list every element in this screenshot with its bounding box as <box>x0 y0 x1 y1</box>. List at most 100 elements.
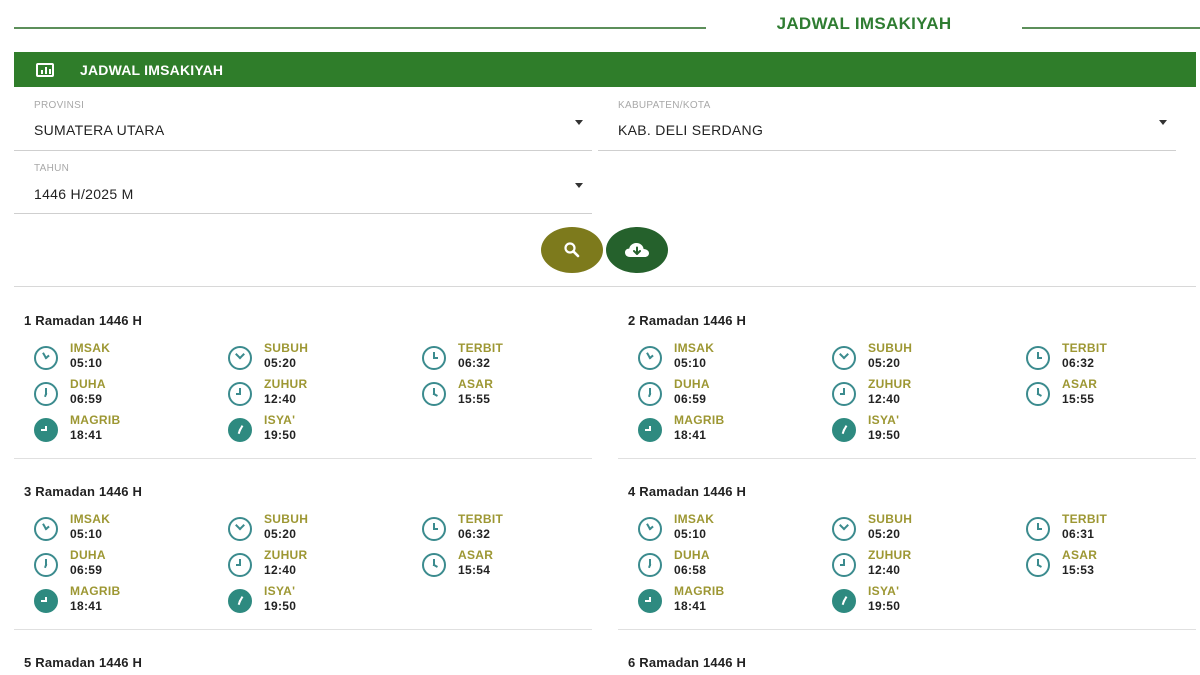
prayer-name: ISYA' <box>264 413 296 427</box>
clock-icon <box>1026 553 1050 577</box>
prayer-name: ASAR <box>1062 548 1098 562</box>
clock-icon <box>832 553 856 577</box>
day-title: 4 Ramadan 1446 H <box>628 484 747 499</box>
prayer-name: ZUHUR <box>264 548 308 562</box>
clock-icon <box>228 382 252 406</box>
clock-icon <box>638 382 662 406</box>
clock-icon <box>34 589 58 613</box>
tahun-value: 1446 H/2025 M <box>34 186 134 202</box>
prayer-name: ASAR <box>1062 377 1098 391</box>
prayer-name: DUHA <box>674 548 710 562</box>
prayer-time-item: ZUHUR 12:40 <box>832 548 1012 580</box>
prayer-name: MAGRIB <box>70 584 121 598</box>
prayer-name: SUBUH <box>868 341 913 355</box>
prayer-name: TERBIT <box>1062 512 1108 526</box>
prayer-time: 15:53 <box>1062 563 1095 577</box>
clock-icon <box>34 517 58 541</box>
prayer-time: 05:10 <box>70 527 103 541</box>
prayer-name: ZUHUR <box>868 548 912 562</box>
clock-icon <box>1026 517 1050 541</box>
prayer-time: 18:41 <box>674 599 707 613</box>
prayer-time: 19:50 <box>868 428 901 442</box>
download-button[interactable] <box>606 227 668 273</box>
prayer-time-item: DUHA 06:59 <box>34 548 214 580</box>
prayer-time: 05:20 <box>264 356 297 370</box>
day-title: 6 Ramadan 1446 H <box>628 655 747 670</box>
clock-icon <box>228 553 252 577</box>
day-card-divider <box>14 629 592 630</box>
prayer-name: ASAR <box>458 548 494 562</box>
clock-icon <box>832 346 856 370</box>
prayer-time-item: DUHA 06:59 <box>34 377 214 409</box>
clock-icon <box>422 346 446 370</box>
section-header: JADWAL IMSAKIYAH <box>14 52 1196 87</box>
prayer-name: IMSAK <box>70 512 111 526</box>
provinsi-select[interactable]: PROVINSI SUMATERA UTARA <box>14 100 592 151</box>
day-title: 1 Ramadan 1446 H <box>24 313 143 328</box>
prayer-time: 05:10 <box>674 527 707 541</box>
section-header-title: JADWAL IMSAKIYAH <box>80 61 224 78</box>
prayer-time-item: IMSAK 05:10 <box>638 512 818 544</box>
clock-icon <box>228 517 252 541</box>
prayer-time-item: ISYA' 19:50 <box>832 413 1012 445</box>
clock-icon <box>34 418 58 442</box>
cloud-download-icon <box>625 243 649 257</box>
clock-icon <box>228 418 252 442</box>
prayer-time-item: TERBIT 06:32 <box>422 512 602 544</box>
prayer-time: 12:40 <box>264 392 297 406</box>
clock-icon <box>638 517 662 541</box>
prayer-time-item: ASAR 15:55 <box>422 377 602 409</box>
kabupaten-select[interactable]: KABUPATEN/KOTA KAB. DELI SERDANG <box>598 100 1176 151</box>
kabupaten-dropdown-caret-icon[interactable] <box>1159 120 1167 125</box>
prayer-time-item: SUBUH 05:20 <box>832 341 1012 373</box>
clock-icon <box>832 382 856 406</box>
clock-icon <box>832 418 856 442</box>
clock-icon <box>422 553 446 577</box>
prayer-time: 05:20 <box>868 527 901 541</box>
clock-icon <box>832 517 856 541</box>
clock-icon <box>422 382 446 406</box>
prayer-time-item: DUHA 06:59 <box>638 377 818 409</box>
prayer-name: ISYA' <box>868 413 900 427</box>
prayer-time-item: MAGRIB 18:41 <box>34 413 214 445</box>
prayer-time-item: MAGRIB 18:41 <box>34 584 214 616</box>
prayer-name: DUHA <box>70 548 106 562</box>
provinsi-label: PROVINSI <box>34 100 85 111</box>
kabupaten-value: KAB. DELI SERDANG <box>618 122 764 138</box>
prayer-time: 06:32 <box>1062 356 1095 370</box>
prayer-time-item: SUBUH 05:20 <box>228 512 408 544</box>
prayer-time: 06:59 <box>674 392 707 406</box>
prayer-time: 05:20 <box>868 356 901 370</box>
clock-icon <box>1026 382 1050 406</box>
prayer-name: SUBUH <box>264 341 309 355</box>
prayer-name: DUHA <box>674 377 710 391</box>
prayer-name: TERBIT <box>458 341 504 355</box>
clock-icon <box>1026 346 1050 370</box>
provinsi-value: SUMATERA UTARA <box>34 122 165 138</box>
prayer-time: 19:50 <box>264 428 297 442</box>
clock-icon <box>638 589 662 613</box>
prayer-time: 15:55 <box>458 392 491 406</box>
provinsi-dropdown-caret-icon[interactable] <box>575 120 583 125</box>
clock-icon <box>832 589 856 613</box>
prayer-name: SUBUH <box>868 512 913 526</box>
prayer-time: 12:40 <box>868 563 901 577</box>
prayer-time: 06:32 <box>458 356 491 370</box>
clock-icon <box>638 553 662 577</box>
title-divider-right <box>1022 27 1200 29</box>
prayer-time-item: IMSAK 05:10 <box>34 512 214 544</box>
tahun-select[interactable]: TAHUN 1446 H/2025 M <box>14 163 592 214</box>
day-title: 3 Ramadan 1446 H <box>24 484 143 499</box>
prayer-name: ZUHUR <box>264 377 308 391</box>
clock-icon <box>422 517 446 541</box>
search-icon <box>564 242 580 258</box>
clock-icon <box>228 589 252 613</box>
prayer-name: MAGRIB <box>674 584 725 598</box>
prayer-time: 19:50 <box>264 599 297 613</box>
prayer-time: 12:40 <box>868 392 901 406</box>
search-button[interactable] <box>541 227 603 273</box>
prayer-time-item: ZUHUR 12:40 <box>832 377 1012 409</box>
prayer-name: TERBIT <box>458 512 504 526</box>
tahun-dropdown-caret-icon[interactable] <box>575 183 583 188</box>
prayer-time: 06:31 <box>1062 527 1095 541</box>
